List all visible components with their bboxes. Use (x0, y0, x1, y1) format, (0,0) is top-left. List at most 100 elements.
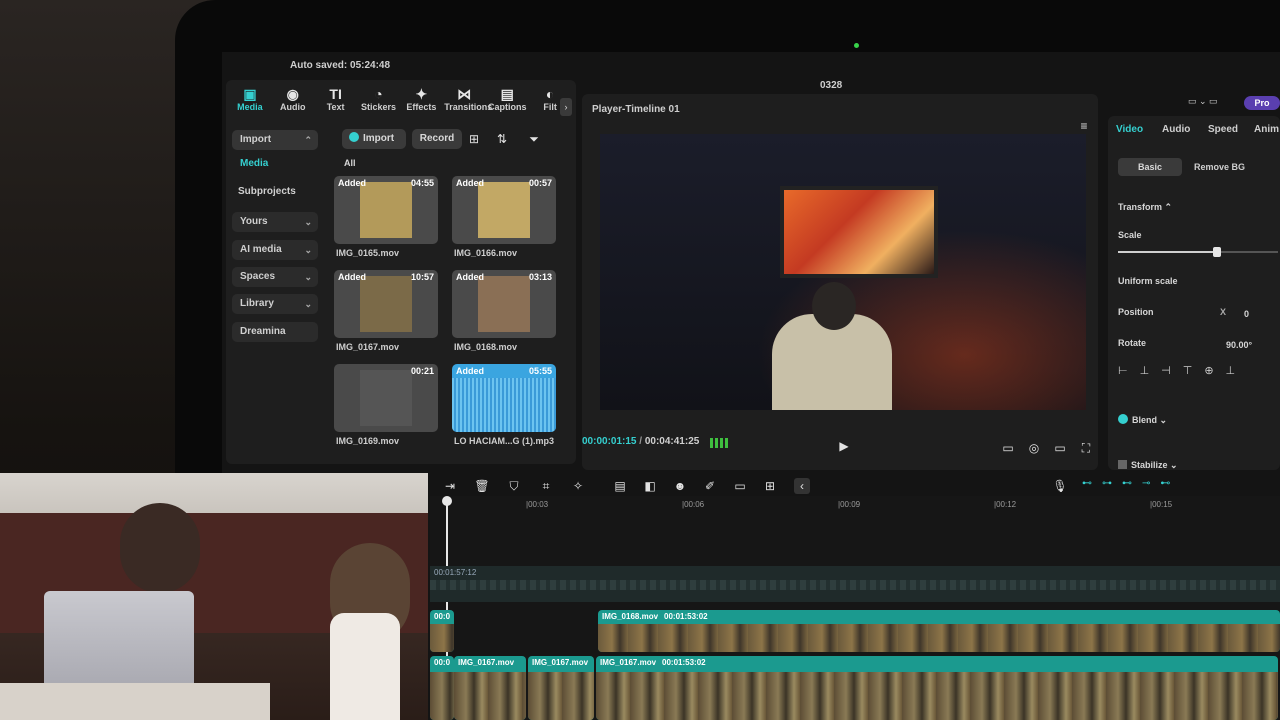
tab-basic[interactable]: Basic (1118, 158, 1182, 176)
tool-media[interactable]: ▣ Media (230, 86, 270, 120)
media-item[interactable]: Added 10:57 IMG_0167.mov (334, 270, 442, 358)
audio-tool-icon[interactable]: ◧ (642, 478, 658, 494)
sidebar-subprojects[interactable]: Subprojects (238, 186, 296, 197)
thumbnail-image (360, 276, 412, 332)
clip-frames (596, 672, 1278, 720)
fullscreen-icon[interactable]: ⛶ (1078, 440, 1094, 456)
sort-icon[interactable]: ⇅ (494, 131, 510, 147)
media-thumbnail[interactable]: Added 10:57 (334, 270, 438, 338)
crop-icon[interactable]: ⌗ (538, 478, 554, 494)
thumbnail-image (360, 182, 412, 238)
clip-duration: 00:01:53:02 (662, 658, 706, 667)
audio-track-time: 00:01:57:12 (434, 568, 477, 577)
inspector-tab-video[interactable]: Video (1116, 124, 1143, 135)
media-thumbnail[interactable]: Added 04:55 (334, 176, 438, 244)
menu-icon[interactable]: ≡ (1076, 118, 1092, 134)
split-icon[interactable]: ⇥ (442, 478, 458, 494)
timeline-clip[interactable]: IMG_0168.mov 00:01:53:02 (598, 610, 1280, 652)
tool-text[interactable]: TI Text (316, 86, 356, 120)
ruler-tick: |00:09 (838, 500, 861, 509)
scale-slider[interactable] (1118, 247, 1278, 257)
toolbar-scroll-right[interactable]: › (560, 98, 572, 116)
sidebar-library[interactable]: Library ⌄ (232, 294, 318, 314)
timeline-clip[interactable]: IMG_0167.mov (528, 656, 594, 720)
timeline-clip[interactable]: IMG_0167.mov (454, 656, 526, 720)
added-badge: Added (456, 178, 484, 188)
sidebar-yours[interactable]: Yours ⌄ (232, 212, 318, 232)
stabilize-header[interactable]: Stabilize ⌄ (1118, 460, 1178, 471)
transform-header[interactable]: Transform ⌃ (1118, 202, 1172, 213)
media-item[interactable]: Added 00:57 IMG_0166.mov (452, 176, 560, 264)
filter-icon[interactable]: ⏷ (526, 131, 542, 147)
tool-audio[interactable]: ◉ Audio (273, 86, 313, 120)
media-item[interactable]: Added 05:55 LO HACIAM...G (1).mp3 (452, 364, 560, 452)
sidebar-media[interactable]: Media (240, 158, 268, 169)
ratio-icon[interactable]: ▭ (1052, 440, 1068, 456)
wand-icon[interactable]: ✐ (702, 478, 718, 494)
tool-label: Media (237, 102, 263, 112)
inspector-tab-anim[interactable]: Anim (1254, 124, 1279, 135)
layout-controls[interactable]: ▭ ⌄ ▭ (1188, 92, 1244, 110)
pro-badge[interactable]: Pro (1244, 96, 1280, 110)
import-button-label: Import (363, 133, 395, 144)
media-thumbnail[interactable]: Added 03:13 (452, 270, 556, 338)
import-button[interactable]: Import (342, 129, 406, 149)
timeline-ruler: |00:03 |00:06 |00:09 |00:12 |00:15 (430, 496, 1280, 516)
quality-icon[interactable]: ▭ (1000, 440, 1016, 456)
person-tool-icon[interactable]: ☻ (672, 478, 688, 494)
sidebar-spaces[interactable]: Spaces ⌄ (232, 267, 318, 287)
magic-icon[interactable]: ✧ (570, 478, 586, 494)
media-thumbnail[interactable]: 00:21 (334, 364, 438, 432)
captions-tool-icon[interactable]: ▤ (612, 478, 628, 494)
tool-effects[interactable]: ✦ Effects (401, 86, 441, 120)
rotate-input[interactable]: 90.00° (1226, 340, 1252, 350)
media-item[interactable]: 00:21 IMG_0169.mov (334, 364, 442, 452)
media-item[interactable]: Added 04:55 IMG_0165.mov (334, 176, 442, 264)
sidebar-import[interactable]: Import ⌃ (232, 130, 318, 150)
microphone-icon[interactable]: 🎙 (1052, 478, 1068, 494)
player-title: Player-Timeline 01 (592, 104, 680, 115)
added-badge: Added (338, 272, 366, 282)
sidebar-ai-media[interactable]: AI media ⌄ (232, 240, 318, 260)
timeline-clip[interactable]: 00:0 (430, 656, 454, 720)
media-item-name: IMG_0169.mov (336, 436, 400, 446)
timeline: |00:03 |00:06 |00:09 |00:12 |00:15 00:01:57:… (430, 496, 1280, 720)
scale-label: Scale (1118, 230, 1142, 240)
clip-frames (430, 624, 454, 652)
collapse-icon[interactable]: ‹ (794, 478, 810, 494)
clip-frames (528, 672, 594, 720)
align-buttons[interactable]: ⊢⊥⊣⊤⊕⊥ (1118, 364, 1278, 382)
blend-header[interactable]: Blend ⌄ (1118, 414, 1167, 426)
timeline-clip[interactable]: IMG_0167.mov 00:01:53:02 (596, 656, 1278, 720)
media-item-name: IMG_0165.mov (336, 248, 400, 258)
tool-stickers[interactable]: ◔ Stickers (359, 86, 399, 120)
tab-remove-bg[interactable]: Remove BG (1194, 158, 1245, 176)
filter-all[interactable]: All (344, 158, 356, 168)
record-button[interactable]: Record (412, 129, 462, 149)
link-tools[interactable]: ⊷⊶⊷⊸⊷ (1082, 478, 1272, 494)
delete-icon[interactable]: 🗑 (474, 478, 490, 494)
audio-track[interactable]: 00:01:57:12 (430, 566, 1280, 602)
timeline-clip[interactable]: 00:0 (430, 610, 454, 652)
snapshot-icon[interactable]: ◎ (1026, 440, 1042, 456)
play-icon[interactable]: ▶ (836, 438, 852, 454)
inspector-tab-speed[interactable]: Speed (1208, 124, 1238, 135)
media-thumbnail[interactable]: Added 05:55 (452, 364, 556, 432)
add-icon[interactable]: ⊞ (762, 478, 778, 494)
scale-knob[interactable] (1213, 247, 1222, 257)
sidebar-dreamina[interactable]: Dreamina (232, 322, 318, 342)
media-grid: Added 04:55 IMG_0165.mov Added 00:57 IMG_0166… (334, 176, 574, 466)
tool-transitions[interactable]: ⋈ Transitions (444, 86, 492, 120)
inspector-tab-audio[interactable]: Audio (1162, 124, 1190, 135)
camera-light (854, 43, 859, 48)
added-badge: Added (456, 272, 484, 282)
marker-icon[interactable]: ⛉ (506, 478, 522, 494)
playhead-handle[interactable] (442, 496, 452, 506)
duration-label: 10:57 (410, 272, 434, 282)
subtitle-icon[interactable]: ▭ (732, 478, 748, 494)
tool-captions[interactable]: ▤ Captions (487, 86, 527, 120)
media-thumbnail[interactable]: Added 00:57 (452, 176, 556, 244)
media-item[interactable]: Added 03:13 IMG_0168.mov (452, 270, 560, 358)
position-x-input[interactable]: 0 (1244, 309, 1249, 319)
grid-view-icon[interactable]: ⊞ (466, 131, 482, 147)
